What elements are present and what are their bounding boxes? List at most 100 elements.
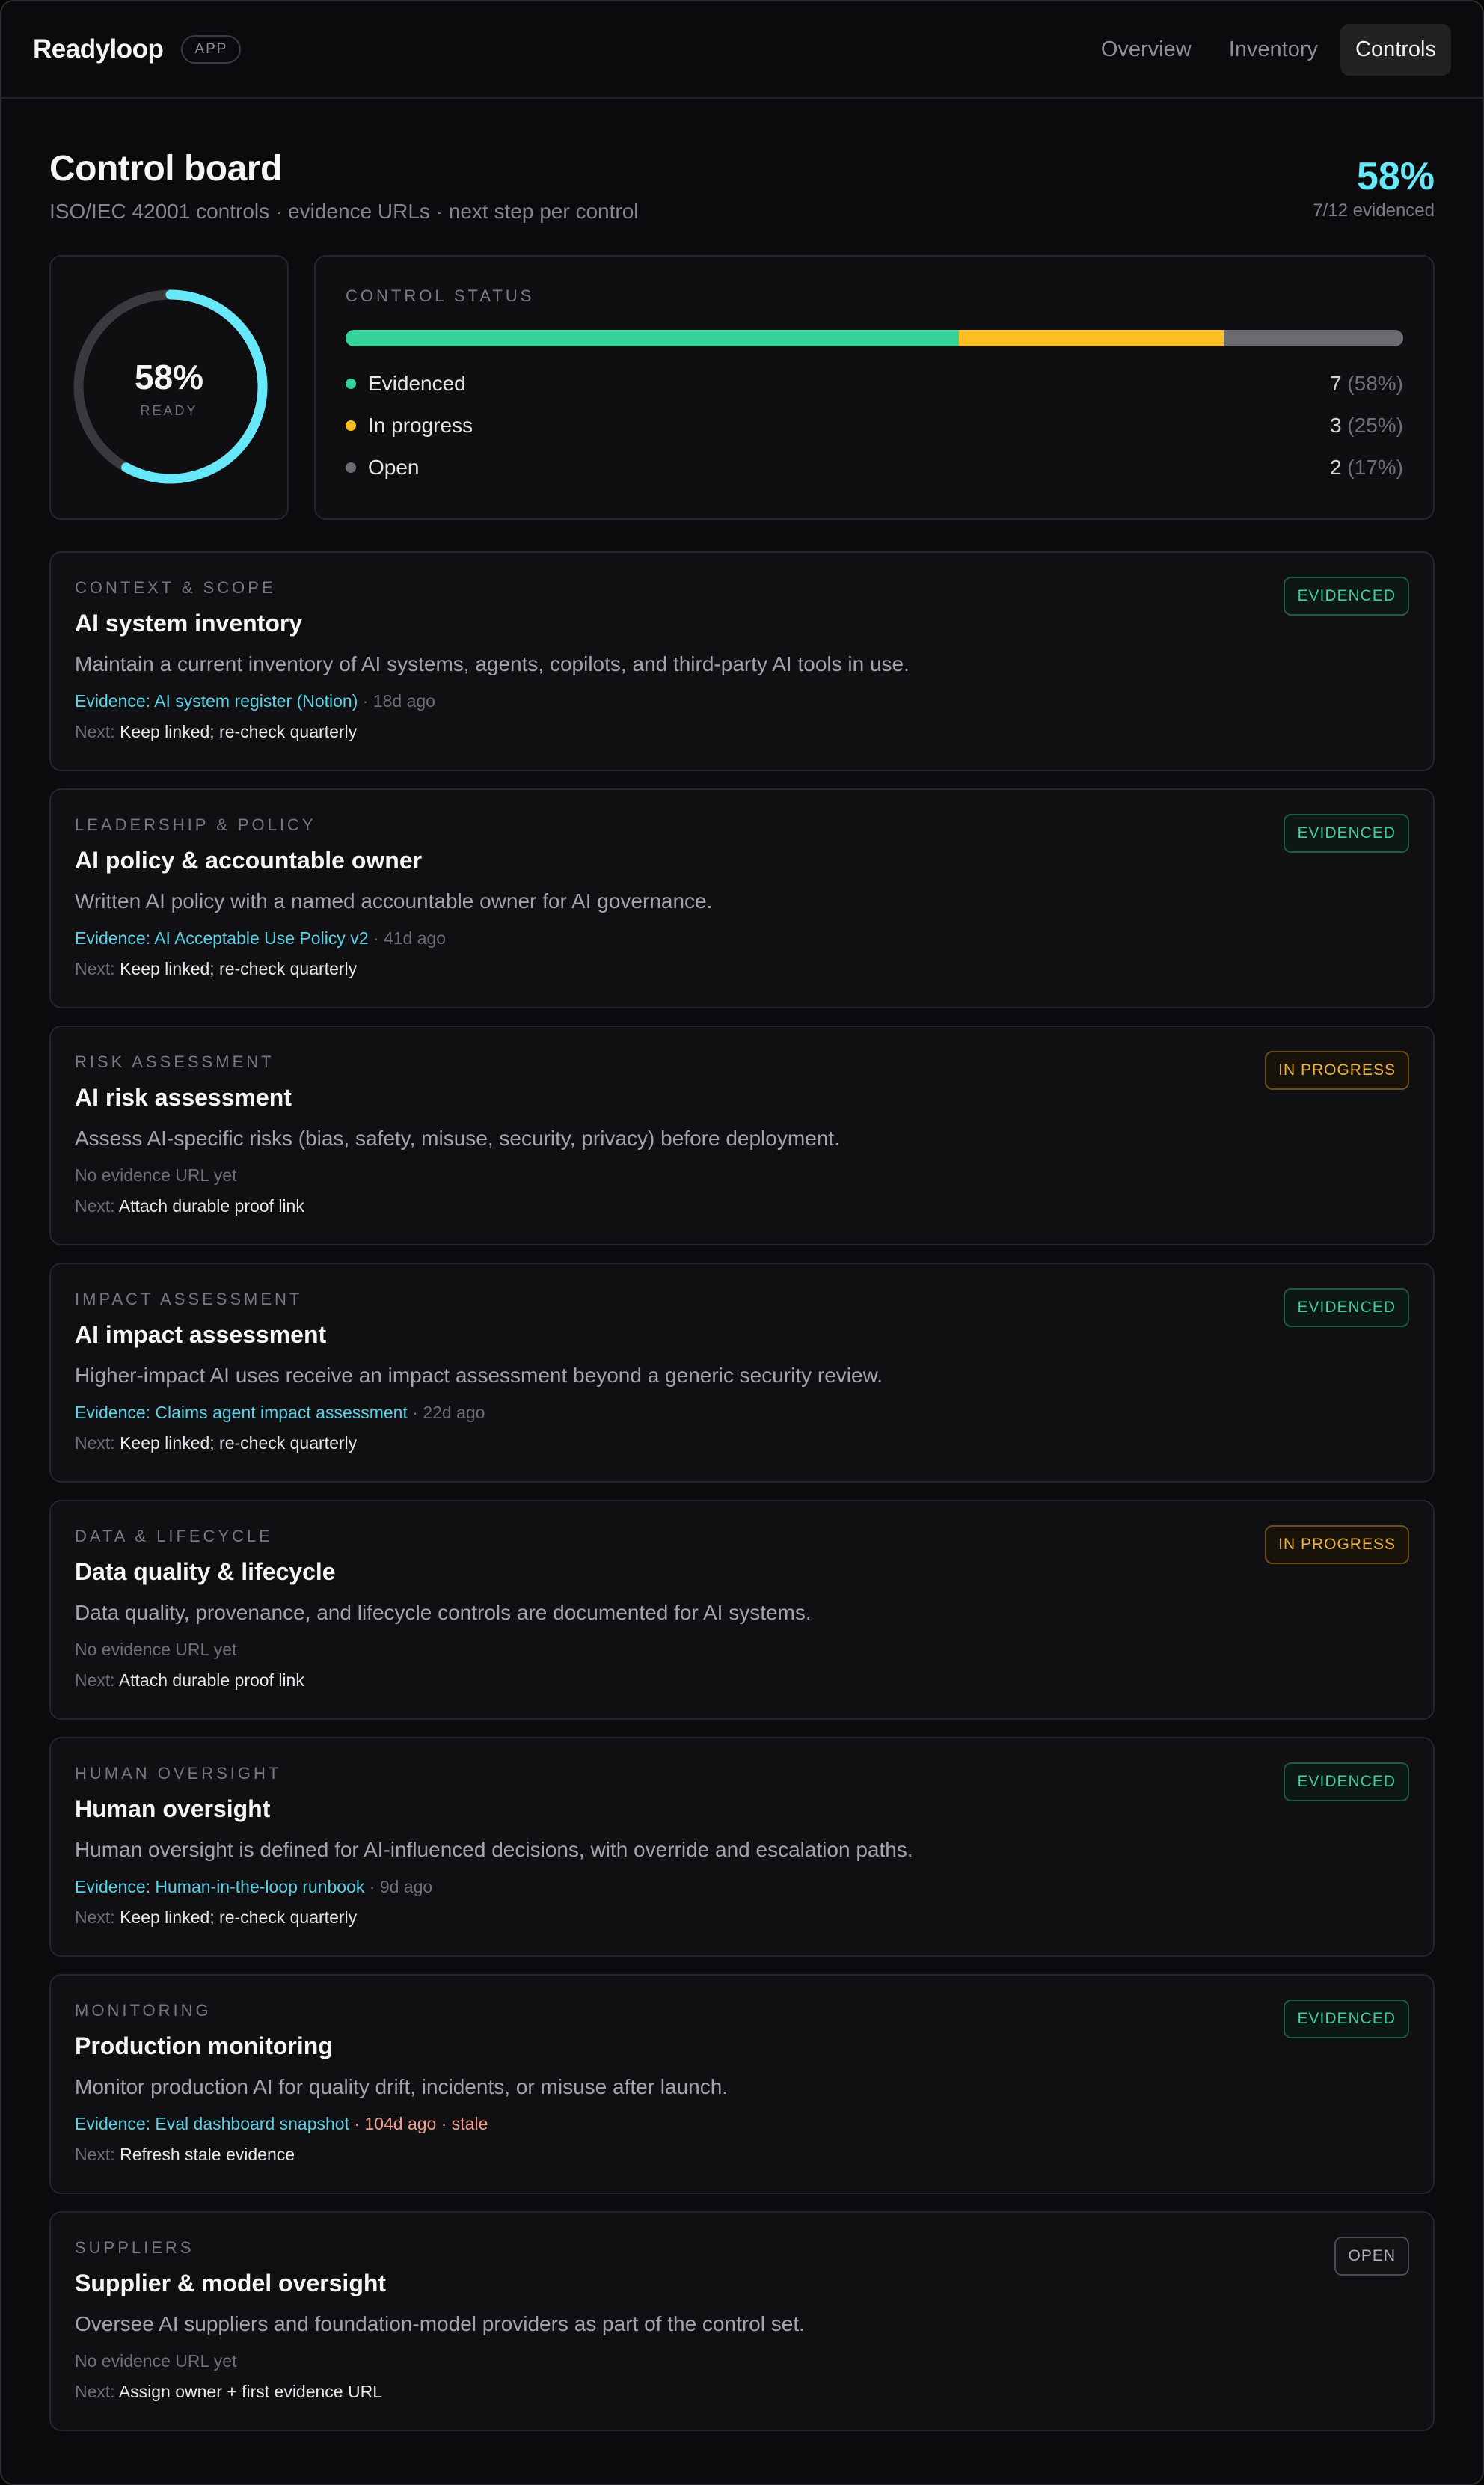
legend-percent: (17%) — [1347, 456, 1403, 479]
next-label: Next: — [75, 959, 120, 978]
control-category: SUPPLIERS — [75, 2238, 194, 2257]
control-title: Production monitoring — [75, 2032, 333, 2059]
evidence-link[interactable]: Evidence: AI system register (Notion) — [75, 691, 358, 711]
evidence-stale: · 104d ago · stale — [349, 2114, 488, 2133]
next-label: Next: — [75, 722, 120, 741]
control-description: Higher-impact AI uses receive an impact … — [75, 1364, 883, 1387]
status-badge: EVIDENCED — [1284, 2000, 1409, 2038]
control-title: Supplier & model oversight — [75, 2270, 387, 2296]
evidence-line: No evidence URL yet — [75, 2351, 1409, 2371]
next-label: Next: — [75, 2145, 120, 2164]
control-card-5[interactable]: IN PROGRESS DATA & LIFECYCLE Data qualit… — [49, 1500, 1435, 1720]
control-category: CONTEXT & SCOPE — [75, 578, 276, 597]
evidence-link[interactable]: Evidence: AI Acceptable Use Policy v2 — [75, 928, 369, 948]
next-step: Next: Attach durable proof link — [75, 1670, 1409, 1691]
control-description: Assess AI-specific risks (bias, safety, … — [75, 1127, 840, 1150]
next-value: Keep linked; re-check quarterly — [120, 959, 358, 978]
evidence-line: No evidence URL yet — [75, 1165, 1409, 1186]
control-card-4[interactable]: EVIDENCED IMPACT ASSESSMENT AI impact as… — [49, 1263, 1435, 1483]
evidence-link[interactable]: Evidence: Human-in-the-loop runbook — [75, 1877, 364, 1896]
readiness-ring-card: 58% READY — [49, 255, 289, 520]
control-card-1[interactable]: EVIDENCED CONTEXT & SCOPE AI system inve… — [49, 551, 1435, 771]
summary-row: 58% READY CONTROL STATUS Evidenced 7 (58… — [49, 255, 1435, 520]
bar-segment-evidenced — [346, 330, 960, 346]
ring-percent: 58% — [134, 358, 204, 396]
next-step: Next: Keep linked; re-check quarterly — [75, 722, 1409, 742]
evidence-link[interactable]: Evidence: Eval dashboard snapshot — [75, 2114, 349, 2133]
control-description: Oversee AI suppliers and foundation-mode… — [75, 2312, 805, 2335]
brand: Readyloop APP — [33, 34, 242, 64]
control-title: AI system inventory — [75, 610, 303, 637]
control-card-6[interactable]: EVIDENCED HUMAN OVERSIGHT Human oversigh… — [49, 1737, 1435, 1957]
control-category: HUMAN OVERSIGHT — [75, 1764, 282, 1783]
next-value: Attach durable proof link — [118, 1670, 304, 1690]
control-card-7[interactable]: EVIDENCED MONITORING Production monitori… — [49, 1974, 1435, 2194]
bar-segment-open — [1223, 330, 1403, 346]
control-category: MONITORING — [75, 2001, 212, 2020]
control-category: LEADERSHIP & POLICY — [75, 815, 316, 834]
control-description: Data quality, provenance, and lifecycle … — [75, 1601, 812, 1624]
app-window: Readyloop APP Overview Inventory Control… — [0, 0, 1484, 2485]
status-badge: OPEN — [1334, 2237, 1409, 2276]
evidence-age: · 18d ago — [358, 691, 435, 711]
brand-name[interactable]: Readyloop — [33, 34, 164, 64]
control-title: AI policy & accountable owner — [75, 847, 423, 874]
tab-controls[interactable]: Controls — [1340, 23, 1451, 76]
top-bar: Readyloop APP Overview Inventory Control… — [1, 1, 1483, 99]
status-stacked-bar — [346, 330, 1403, 346]
status-dot-icon — [346, 462, 356, 473]
control-category: DATA & LIFECYCLE — [75, 1527, 273, 1545]
next-step: Next: Attach durable proof link — [75, 1196, 1409, 1216]
control-card-3[interactable]: IN PROGRESS RISK ASSESSMENT AI risk asse… — [49, 1026, 1435, 1245]
next-value: Refresh stale evidence — [120, 2145, 295, 2164]
control-description: Written AI policy with a named accountab… — [75, 889, 713, 913]
evidence-empty: No evidence URL yet — [75, 2351, 237, 2371]
evidence-line: Evidence: Human-in-the-loop runbook · 9d… — [75, 1877, 1409, 1897]
control-title: Human oversight — [75, 1795, 271, 1822]
next-step: Next: Assign owner + first evidence URL — [75, 2382, 1409, 2402]
control-description: Maintain a current inventory of AI syste… — [75, 652, 910, 675]
legend-row-open: Open 2 (17%) — [346, 447, 1403, 488]
next-label: Next: — [75, 1908, 120, 1927]
control-list: EVIDENCED CONTEXT & SCOPE AI system inve… — [49, 551, 1435, 2431]
page-title: Control board — [49, 149, 282, 189]
legend-row-evidenced: Evidenced 7 (58%) — [346, 363, 1403, 405]
evidence-link[interactable]: Evidence: Claims agent impact assessment — [75, 1403, 408, 1422]
status-legend: Evidenced 7 (58%) In progress 3 (25%) Op… — [346, 363, 1403, 488]
evidence-age: · 9d ago — [364, 1877, 433, 1896]
next-step: Next: Keep linked; re-check quarterly — [75, 1908, 1409, 1928]
next-value: Keep linked; re-check quarterly — [120, 1433, 358, 1453]
evidence-empty: No evidence URL yet — [75, 1640, 237, 1659]
tab-overview[interactable]: Overview — [1086, 24, 1206, 76]
next-value: Keep linked; re-check quarterly — [120, 722, 358, 741]
evidence-line: Evidence: Eval dashboard snapshot · 104d… — [75, 2114, 1409, 2134]
next-label: Next: — [75, 1433, 120, 1453]
page-header: Control board ISO/IEC 42001 controls · e… — [49, 148, 1435, 224]
next-step: Next: Refresh stale evidence — [75, 2145, 1409, 2165]
control-category: RISK ASSESSMENT — [75, 1052, 275, 1071]
control-card-2[interactable]: EVIDENCED LEADERSHIP & POLICY AI policy … — [49, 788, 1435, 1008]
status-dot-icon — [346, 420, 356, 431]
legend-row-in-progress: In progress 3 (25%) — [346, 405, 1403, 447]
legend-count: 3 — [1329, 414, 1342, 437]
legend-label: In progress — [368, 414, 473, 437]
next-step: Next: Keep linked; re-check quarterly — [75, 1433, 1409, 1453]
legend-percent: (25%) — [1347, 414, 1403, 437]
next-value: Assign owner + first evidence URL — [118, 2382, 382, 2401]
main-nav: Overview Inventory Controls — [1086, 23, 1451, 76]
legend-label: Evidenced — [368, 372, 466, 395]
legend-label: Open — [368, 456, 420, 479]
page-heading: Control board ISO/IEC 42001 controls · e… — [49, 148, 639, 224]
control-card-8[interactable]: OPEN SUPPLIERS Supplier & model oversigh… — [49, 2211, 1435, 2431]
evidence-line: Evidence: Claims agent impact assessment… — [75, 1403, 1409, 1423]
status-badge: EVIDENCED — [1284, 1288, 1409, 1327]
evidence-age: · 41d ago — [368, 928, 447, 948]
next-value: Keep linked; re-check quarterly — [120, 1908, 358, 1927]
status-badge: EVIDENCED — [1284, 814, 1409, 853]
status-badge: EVIDENCED — [1284, 577, 1409, 616]
tab-inventory[interactable]: Inventory — [1214, 24, 1333, 76]
next-step: Next: Keep linked; re-check quarterly — [75, 959, 1409, 979]
control-title: AI risk assessment — [75, 1084, 292, 1111]
control-title: Data quality & lifecycle — [75, 1558, 336, 1585]
page-subtitle: ISO/IEC 42001 controls · evidence URLs ·… — [49, 200, 639, 223]
